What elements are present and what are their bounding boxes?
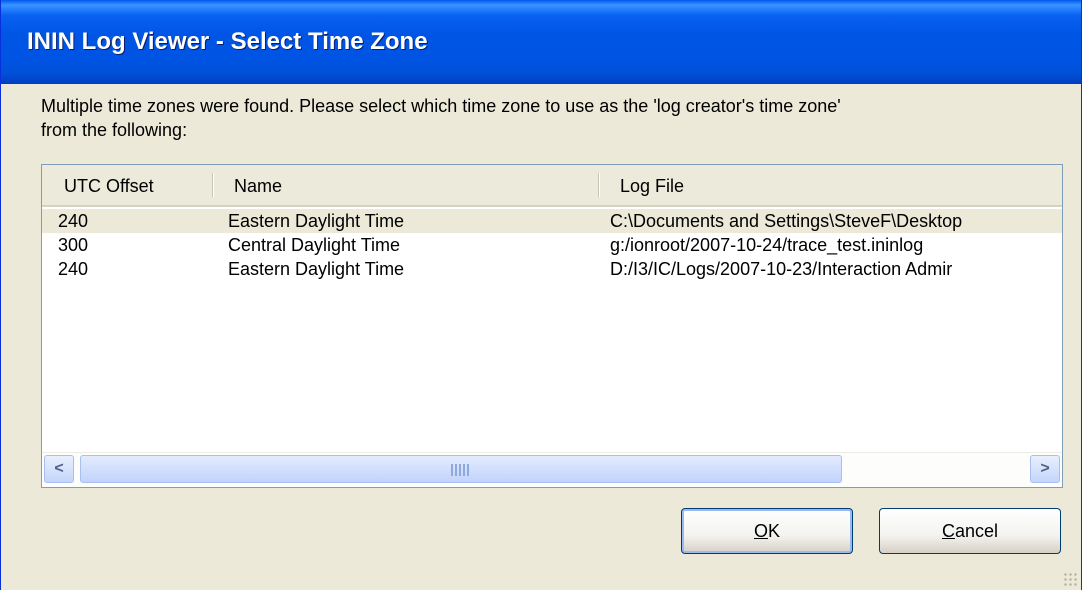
column-divider[interactable] bbox=[212, 173, 213, 197]
time-zone-list[interactable]: UTC Offset Name Log File 240 Eastern Day… bbox=[41, 164, 1063, 488]
resize-grip-icon[interactable] bbox=[1063, 572, 1077, 586]
grip-icon bbox=[451, 464, 469, 476]
list-row[interactable]: 300 Central Daylight Time g:/ionroot/200… bbox=[42, 233, 1062, 257]
name-cell: Eastern Daylight Time bbox=[228, 211, 405, 231]
cancel-button[interactable]: Cancel bbox=[879, 508, 1061, 554]
instruction-line-1: Multiple time zones were found. Please s… bbox=[41, 96, 841, 116]
ok-button[interactable]: OK bbox=[681, 508, 853, 554]
title-bar[interactable]: ININ Log Viewer - Select Time Zone bbox=[1, 0, 1081, 84]
cancel-label-rest: ancel bbox=[954, 521, 999, 541]
list-header: UTC Offset Name Log File bbox=[42, 165, 1062, 207]
cancel-mnemonic: C bbox=[941, 521, 955, 541]
column-header-name[interactable]: Name bbox=[234, 165, 282, 205]
name-cell: Central Daylight Time bbox=[228, 235, 401, 255]
utc-offset-cell: 240 bbox=[58, 211, 89, 231]
list-row[interactable]: 240 Eastern Daylight Time D:/I3/IC/Logs/… bbox=[42, 257, 1062, 281]
log-file-cell: D:/I3/IC/Logs/2007-10-23/Interaction Adm… bbox=[610, 259, 953, 279]
instruction-line-2: from the following: bbox=[41, 120, 188, 140]
horizontal-scrollbar[interactable]: < > bbox=[42, 452, 1062, 487]
ok-mnemonic: O bbox=[753, 521, 768, 541]
dialog-window: ININ Log Viewer - Select Time Zone Multi… bbox=[0, 0, 1082, 590]
scroll-left-button[interactable]: < bbox=[44, 455, 74, 483]
scroll-right-button[interactable]: > bbox=[1030, 455, 1060, 483]
log-file-cell: g:/ionroot/2007-10-24/trace_test.ininlog bbox=[610, 235, 924, 255]
name-cell: Eastern Daylight Time bbox=[228, 259, 405, 279]
utc-offset-cell: 240 bbox=[58, 259, 89, 279]
chevron-right-icon: > bbox=[1040, 460, 1050, 477]
log-file-cell: C:\Documents and Settings\SteveF\Desktop bbox=[610, 211, 963, 231]
instruction-message: Multiple time zones were found. Please s… bbox=[41, 94, 1061, 142]
dialog-body: Multiple time zones were found. Please s… bbox=[1, 84, 1081, 590]
column-header-log-file[interactable]: Log File bbox=[620, 165, 684, 205]
window-title: ININ Log Viewer - Select Time Zone bbox=[27, 28, 428, 55]
chevron-left-icon: < bbox=[54, 460, 64, 477]
column-header-utc-offset[interactable]: UTC Offset bbox=[64, 165, 154, 205]
list-rows: 240 Eastern Daylight Time C:\Documents a… bbox=[42, 209, 1062, 281]
ok-label-rest: K bbox=[768, 521, 781, 541]
scrollbar-thumb[interactable] bbox=[80, 455, 842, 483]
list-row-selected[interactable]: 240 Eastern Daylight Time C:\Documents a… bbox=[42, 209, 1062, 233]
utc-offset-cell: 300 bbox=[58, 235, 89, 255]
column-divider[interactable] bbox=[598, 173, 599, 197]
